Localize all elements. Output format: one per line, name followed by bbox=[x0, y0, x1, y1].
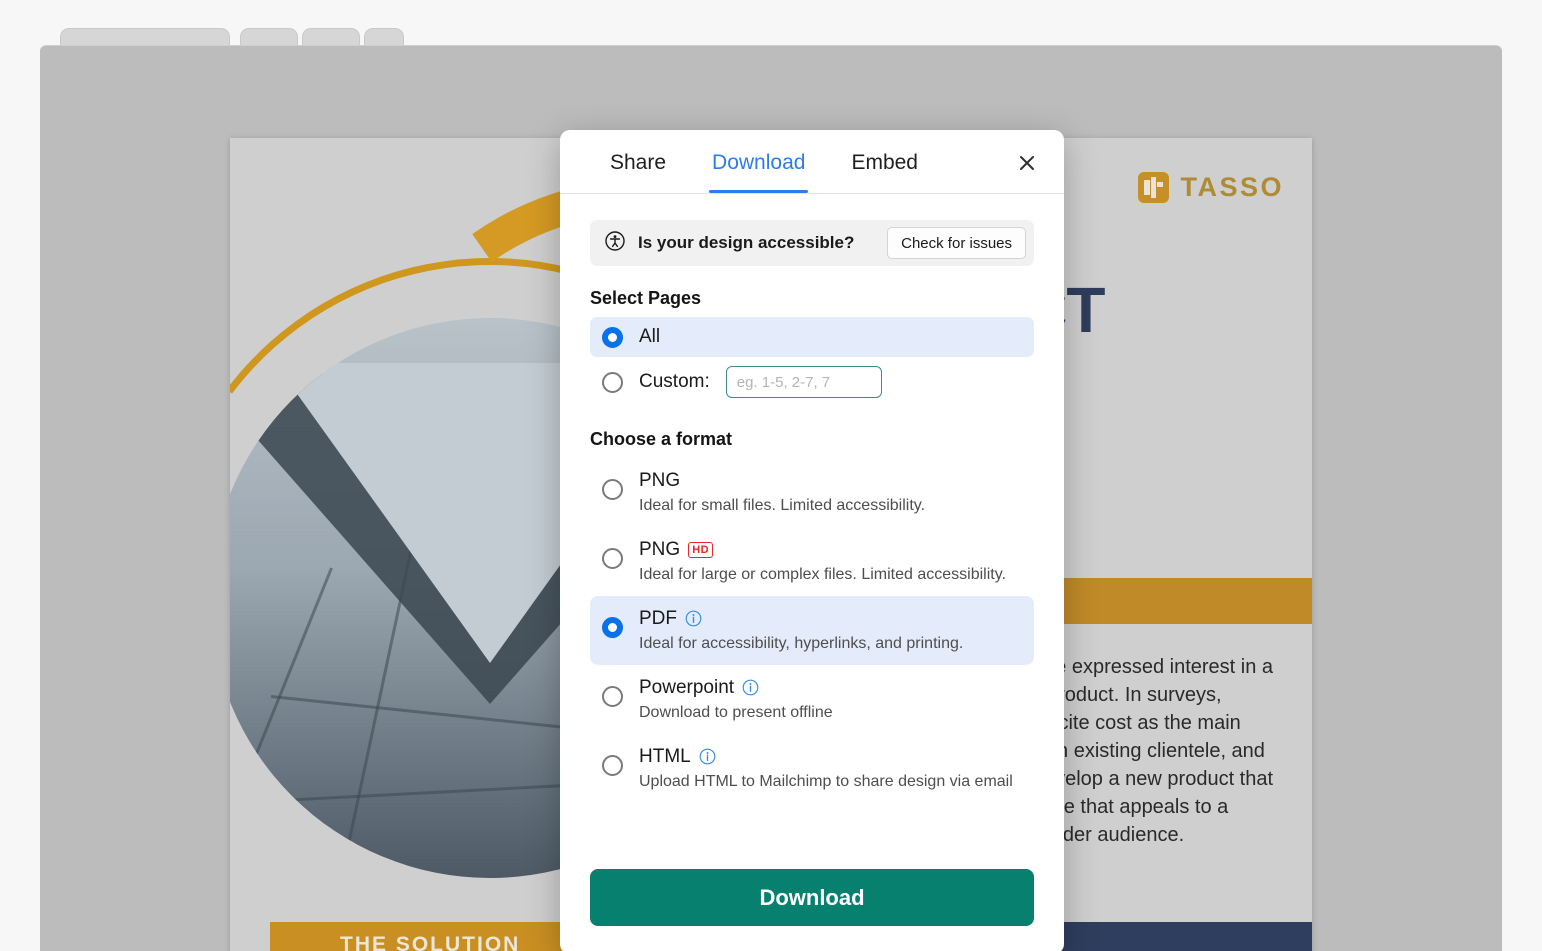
accessibility-question: Is your design accessible? bbox=[638, 233, 855, 252]
format-option-html-description: Upload HTML to Mailchimp to share design… bbox=[639, 773, 1013, 790]
browser-viewport: TASSO PRODUCT Summary Of our existing cl… bbox=[40, 45, 1502, 951]
modal-footer: Download bbox=[560, 859, 1064, 951]
format-option-html-label: HTML bbox=[639, 746, 691, 767]
choose-format-title: Choose a format bbox=[590, 429, 733, 449]
format-option-pdf-description: Ideal for accessibility, hyperlinks, and… bbox=[639, 635, 964, 652]
hd-badge: HD bbox=[688, 541, 714, 558]
tab-share[interactable]: Share bbox=[608, 132, 668, 192]
modal-body: Is your design accessible? Check for iss… bbox=[560, 194, 1064, 859]
select-pages-title: Select Pages bbox=[590, 288, 702, 308]
radio-all[interactable] bbox=[602, 326, 623, 348]
format-option-powerpoint-label: Powerpoint bbox=[639, 677, 735, 698]
accessibility-banner: Is your design accessible? Check for iss… bbox=[590, 220, 1034, 266]
format-option-png[interactable]: PNG Ideal for small files. Limited acces… bbox=[590, 458, 1034, 527]
accessibility-icon bbox=[604, 230, 626, 257]
download-modal: Share Download Embed Is your design acce… bbox=[560, 130, 1064, 951]
tasso-logo: TASSO bbox=[1138, 172, 1284, 203]
check-for-issues-button[interactable]: Check for issues bbox=[887, 227, 1026, 259]
format-option-pdf[interactable]: PDF Ideal for accessibility, hyperlinks,… bbox=[590, 596, 1034, 665]
radio-custom[interactable] bbox=[602, 371, 623, 393]
info-icon[interactable] bbox=[742, 679, 759, 696]
modal-tab-bar: Share Download Embed bbox=[560, 130, 1064, 194]
tasso-logo-icon bbox=[1138, 172, 1170, 203]
format-option-png-description: Ideal for small files. Limited accessibi… bbox=[639, 497, 926, 514]
info-icon[interactable] bbox=[699, 748, 716, 765]
format-option-png-label: PNG bbox=[639, 470, 681, 491]
radio-powerpoint[interactable] bbox=[602, 686, 623, 707]
format-option-html[interactable]: HTML Upload HTML to Mailchimp to share d… bbox=[590, 734, 1034, 803]
close-icon[interactable] bbox=[1010, 146, 1044, 180]
format-option-powerpoint-description: Download to present offline bbox=[639, 704, 833, 721]
info-icon[interactable] bbox=[685, 610, 702, 627]
format-option-png-hd-description: Ideal for large or complex files. Limite… bbox=[639, 566, 1006, 583]
radio-png[interactable] bbox=[602, 479, 623, 500]
format-option-png-hd-label: PNG bbox=[639, 539, 681, 560]
radio-png-hd[interactable] bbox=[602, 548, 623, 569]
tab-embed[interactable]: Embed bbox=[849, 132, 920, 192]
custom-pages-input[interactable] bbox=[725, 366, 882, 398]
download-button[interactable]: Download bbox=[590, 869, 1034, 926]
format-option-powerpoint[interactable]: Powerpoint Download to present offline bbox=[590, 665, 1034, 734]
tab-download[interactable]: Download bbox=[709, 132, 809, 193]
tasso-logo-text: TASSO bbox=[1180, 172, 1284, 202]
page-option-all[interactable]: All bbox=[590, 317, 1034, 357]
format-option-pdf-label: PDF bbox=[639, 608, 677, 629]
page-option-all-label: All bbox=[639, 326, 661, 347]
browser-window-frame: TASSO PRODUCT Summary Of our existing cl… bbox=[0, 0, 1542, 951]
format-option-png-hd[interactable]: PNG HD Ideal for large or complex files.… bbox=[590, 527, 1034, 596]
page-option-custom[interactable]: Custom: bbox=[590, 357, 1034, 407]
radio-html[interactable] bbox=[602, 755, 623, 776]
radio-pdf[interactable] bbox=[602, 617, 623, 638]
page-option-custom-label: Custom: bbox=[639, 371, 710, 392]
